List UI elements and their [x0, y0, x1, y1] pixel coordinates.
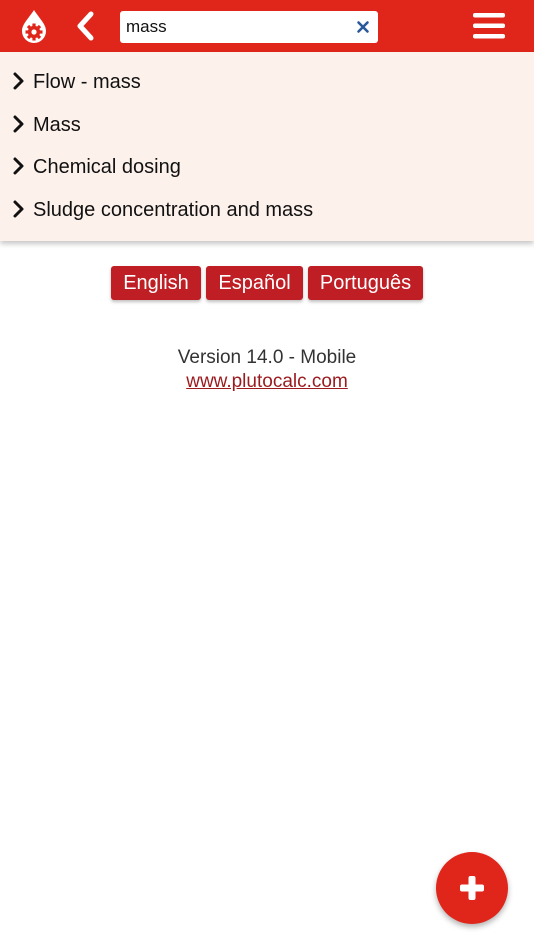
- drop-gear-logo-icon[interactable]: [19, 9, 49, 43]
- language-button-espanol[interactable]: Español: [206, 266, 303, 300]
- plus-icon: [460, 876, 484, 900]
- close-icon[interactable]: [356, 20, 370, 34]
- result-item-label: Chemical dosing: [33, 156, 181, 178]
- search-box: [120, 11, 378, 43]
- chevron-right-icon: [12, 199, 26, 219]
- website-link-wrapper: www.plutocalc.com: [0, 371, 534, 393]
- result-item-sludge-concentration-and-mass[interactable]: Sludge concentration and mass: [0, 189, 534, 231]
- result-item-chemical-dosing[interactable]: Chemical dosing: [0, 146, 534, 188]
- result-item-label: Mass: [33, 114, 81, 136]
- chevron-right-icon: [12, 71, 26, 91]
- result-item-mass[interactable]: Mass: [0, 104, 534, 146]
- add-fab-button[interactable]: [436, 852, 508, 924]
- website-link[interactable]: www.plutocalc.com: [186, 371, 348, 392]
- language-button-english[interactable]: English: [111, 266, 201, 300]
- hamburger-menu-icon[interactable]: [472, 11, 506, 41]
- chevron-right-icon: [12, 156, 26, 176]
- search-results-list: Flow - mass Mass Chemical dosing Sludge …: [0, 52, 534, 241]
- result-item-label: Flow - mass: [33, 71, 141, 93]
- top-app-bar: [0, 0, 534, 52]
- app-root: Flow - mass Mass Chemical dosing Sludge …: [0, 0, 534, 950]
- language-button-portugues[interactable]: Português: [308, 266, 423, 300]
- result-item-flow-mass[interactable]: Flow - mass: [0, 61, 534, 103]
- version-text: Version 14.0 - Mobile: [177, 347, 357, 368]
- result-item-label: Sludge concentration and mass: [33, 199, 314, 221]
- chevron-left-icon[interactable]: [72, 10, 100, 42]
- search-input[interactable]: [126, 11, 346, 43]
- chevron-right-icon: [12, 114, 26, 134]
